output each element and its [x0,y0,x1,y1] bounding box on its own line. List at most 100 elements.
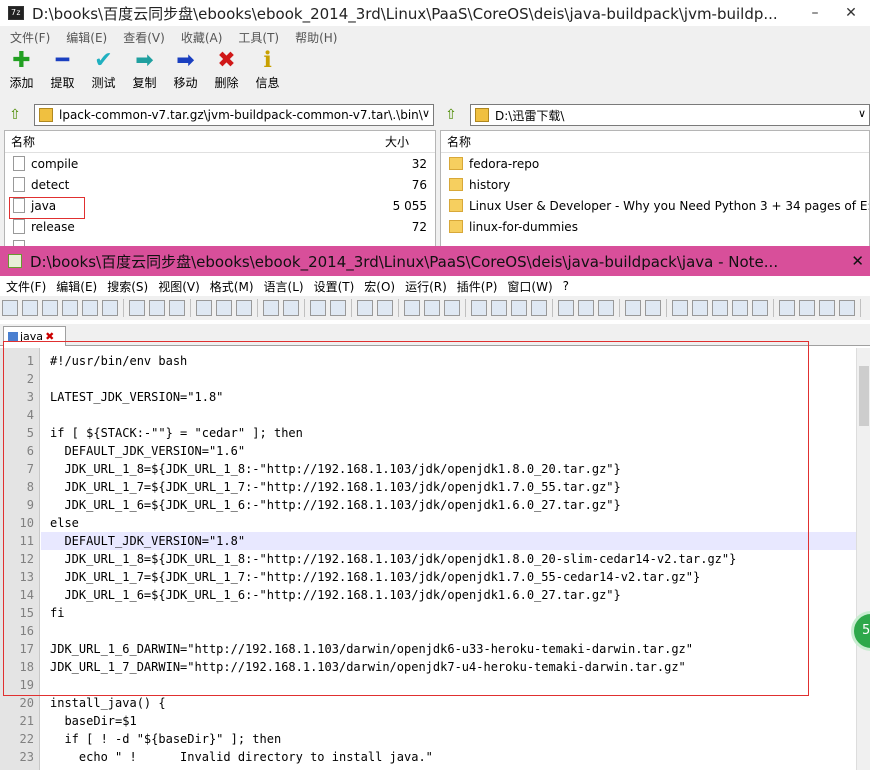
right-address-bar: ⇧ D:\迅雷下载\ ∨ [440,102,870,128]
toolbar-icon[interactable] [645,300,661,316]
toolbar-icon[interactable] [22,300,38,316]
toolbar-icon[interactable] [471,300,487,316]
menu-favorites[interactable]: 收藏(A) [181,29,223,46]
toolbar-icon[interactable] [310,300,326,316]
code-line: if [ ${STACK:-""} = "cedar" ]; then [50,426,303,440]
folder-row[interactable]: Linux User & Developer - Why you Need Py… [441,195,869,216]
menu-view[interactable]: 查看(V) [123,29,165,46]
menu-file[interactable]: 文件(F) [10,29,50,46]
toolbar-icon[interactable] [2,300,18,316]
toolbar-icon[interactable] [444,300,460,316]
toolbar-icon[interactable] [216,300,232,316]
menu-help[interactable]: 帮助(H) [295,29,337,46]
tab-java[interactable]: java ✖ [3,326,66,346]
toolbar-icon[interactable] [236,300,252,316]
toolbar-icon[interactable] [598,300,614,316]
column-name[interactable]: 名称 [11,133,371,150]
npp-menu-item[interactable]: 文件(F) [6,278,46,295]
npp-menu-item[interactable]: 语言(L) [264,278,304,295]
code-line: #!/usr/bin/env bash [50,354,188,368]
7zip-window: 7z D:\books\百度云同步盘\ebooks\ebook_2014_3rd… [0,0,870,250]
check-icon: ✔ [94,48,113,73]
toolbar-icon[interactable] [283,300,299,316]
minimize-button[interactable]: – [800,0,830,26]
toolbar-icon[interactable] [424,300,440,316]
folder-icon [39,108,53,122]
up-folder-icon[interactable]: ⇧ [440,104,462,126]
toolbar-button-3[interactable]: ➡ 复制 [125,48,164,100]
npp-menu-item[interactable]: 搜索(S) [107,278,148,295]
toolbar-separator [190,299,191,317]
npp-menu-item[interactable]: 设置(T) [314,278,355,295]
column-name[interactable]: 名称 [447,133,471,150]
folder-row[interactable]: fedora-repo [441,153,869,174]
line-number: 23 [19,750,34,764]
folder-icon [449,178,463,191]
scrollbar-thumb[interactable] [859,366,869,426]
toolbar-icon[interactable] [625,300,641,316]
toolbar-icon[interactable] [62,300,78,316]
up-folder-icon[interactable]: ⇧ [4,104,26,126]
file-row[interactable]: java 5 055 [5,195,435,216]
toolbar-icon[interactable] [82,300,98,316]
toolbar-icon[interactable] [558,300,574,316]
npp-menu-item[interactable]: 格式(M) [210,278,254,295]
toolbar-icon[interactable] [357,300,373,316]
toolbar-icon[interactable] [692,300,708,316]
line-number: 7 [26,462,34,476]
toolbar-icon[interactable] [578,300,594,316]
toolbar-icon[interactable] [330,300,346,316]
toolbar-icon[interactable] [531,300,547,316]
close-button[interactable]: ✕ [851,246,864,276]
npp-menu-item[interactable]: 窗口(W) [507,278,552,295]
close-tab-icon[interactable]: ✖ [45,330,54,343]
toolbar-button-0[interactable]: ✚ 添加 [2,48,41,100]
toolbar-button-1[interactable]: ━ 提取 [43,48,82,100]
toolbar-icon[interactable] [732,300,748,316]
folder-row[interactable]: history [441,174,869,195]
file-row[interactable]: detect 76 [5,174,435,195]
toolbar-button-5[interactable]: ✖ 删除 [207,48,246,100]
toolbar-icon[interactable] [839,300,855,316]
folder-row[interactable]: linux-for-dummies [441,216,869,237]
toolbar-icon[interactable] [377,300,393,316]
npp-menu-item[interactable]: 视图(V) [158,278,200,295]
toolbar-icon[interactable] [42,300,58,316]
toolbar-icon[interactable] [404,300,420,316]
toolbar-icon[interactable] [129,300,145,316]
toolbar-icon[interactable] [799,300,815,316]
toolbar-icon[interactable] [712,300,728,316]
toolbar-icon[interactable] [149,300,165,316]
right-path-input[interactable]: D:\迅雷下载\ ∨ [470,104,870,126]
npp-menu-item[interactable]: 编辑(E) [56,278,97,295]
toolbar-button-4[interactable]: ➡ 移动 [166,48,205,100]
menu-edit[interactable]: 编辑(E) [66,29,107,46]
npp-menu-item[interactable]: 插件(P) [457,278,498,295]
toolbar-button-6[interactable]: ℹ 信息 [248,48,287,100]
vertical-scrollbar[interactable] [856,348,870,770]
npp-menu-item[interactable]: 运行(R) [405,278,447,295]
toolbar-icon[interactable] [511,300,527,316]
toolbar-icon[interactable] [819,300,835,316]
toolbar-icon[interactable] [779,300,795,316]
toolbar-icon[interactable] [196,300,212,316]
left-path-input[interactable]: lpack-common-v7.tar.gz\jvm-buildpack-com… [34,104,434,126]
code-editor[interactable]: 1 2 3 4 5 6 7 8 9 10 11 12 13 14 15 16 17 18 19 20 21 22 23 #!… [0,348,856,770]
toolbar-icon[interactable] [491,300,507,316]
npp-menu-item[interactable]: 宏(O) [364,278,395,295]
toolbar-icon[interactable] [102,300,118,316]
chevron-down-icon[interactable]: ∨ [422,107,430,120]
close-button[interactable]: ✕ [836,0,866,26]
chevron-down-icon[interactable]: ∨ [858,107,866,120]
toolbar-icon[interactable] [672,300,688,316]
folder-icon [449,220,463,233]
toolbar-button-2[interactable]: ✔ 测试 [84,48,123,100]
file-row[interactable]: release 72 [5,216,435,237]
toolbar-icon[interactable] [263,300,279,316]
npp-menu-item[interactable]: ? [563,279,569,293]
toolbar-icon[interactable] [752,300,768,316]
menu-tools[interactable]: 工具(T) [238,29,279,46]
column-size[interactable]: 大小 [371,133,409,150]
file-row[interactable]: compile 32 [5,153,435,174]
toolbar-icon[interactable] [169,300,185,316]
